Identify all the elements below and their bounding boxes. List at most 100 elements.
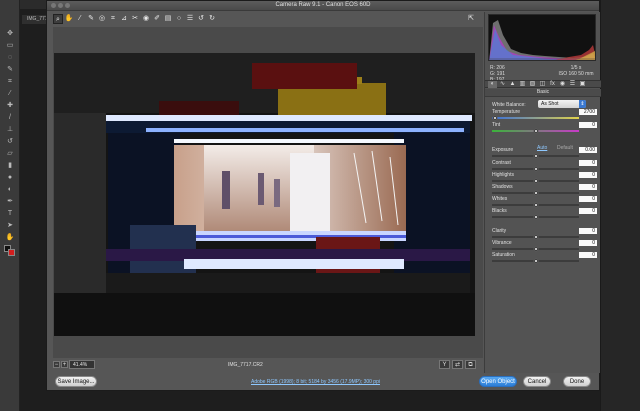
preferences-icon[interactable]: ☰ (185, 14, 195, 24)
white-balance-label: White Balance: (492, 102, 526, 108)
tint-label: Tint (492, 122, 501, 128)
temperature-slider-thumb[interactable] (491, 115, 498, 121)
zoom-in-button[interactable]: + (61, 361, 68, 368)
white-balance-select[interactable]: As Shot ⇕ (538, 100, 586, 108)
tab-snapshots-icon[interactable]: ▣ (578, 81, 587, 88)
tab-basic-icon[interactable]: ◐ (488, 81, 497, 88)
tab-tone-curve-icon[interactable]: ∿ (498, 81, 507, 88)
whites-slider-thumb[interactable] (532, 202, 539, 208)
tab-camera-calibration-icon[interactable]: ◉ (558, 81, 567, 88)
healing-tool-icon[interactable]: ✚ (5, 102, 15, 109)
copy-settings-icon[interactable]: ⧉ (465, 360, 476, 369)
pen-tool-icon[interactable]: ✒ (5, 198, 15, 205)
zoom-level-select[interactable]: 41.4% (69, 360, 95, 369)
marquee-tool-icon[interactable]: ▭ (5, 42, 15, 49)
vibrance-value-field[interactable]: 0 (579, 240, 597, 246)
vibrance-slider-thumb[interactable] (532, 246, 539, 252)
dodge-tool-icon[interactable]: ◐ (5, 186, 15, 193)
iso-focal-length: ISO 160 50 mm (558, 71, 594, 77)
clarity-value-field[interactable]: 0 (579, 228, 597, 234)
lego-inverted-photo (54, 53, 475, 336)
dialog-footer: Save Image... Adobe RGB (1998); 8 bit; 5… (47, 373, 599, 391)
highlights-value-field[interactable]: 0 (579, 172, 597, 178)
spot-removal-icon[interactable]: ✂ (130, 14, 140, 24)
radial-filter-icon[interactable]: ○ (174, 14, 184, 24)
swap-settings-icon[interactable]: ⇄ (452, 360, 463, 369)
before-after-toggle-icon[interactable]: Y (439, 360, 450, 369)
tab-hsl-icon[interactable]: ▥ (518, 81, 527, 88)
temperature-slider[interactable] (492, 117, 579, 119)
crop-icon[interactable]: ⌗ (108, 14, 118, 24)
workflow-options-link[interactable]: Adobe RGB (1998); 8 bit; 5184 by 3456 (1… (251, 379, 380, 385)
path-select-tool-icon[interactable]: ➤ (5, 222, 15, 229)
crop-tool-icon[interactable]: ⌗ (5, 78, 15, 85)
tint-value-field[interactable]: 0 (579, 122, 597, 128)
hand-tool-icon[interactable]: ✋ (5, 234, 15, 241)
tab-detail-icon[interactable]: ▲ (508, 81, 517, 88)
white-balance-icon[interactable]: ⁄ (75, 14, 85, 24)
red-eye-icon[interactable]: ◉ (141, 14, 151, 24)
color-sampler-icon[interactable]: ✎ (86, 14, 96, 24)
default-link[interactable]: Default (557, 145, 573, 151)
gradient-tool-icon[interactable]: ▮ (5, 162, 15, 169)
eraser-tool-icon[interactable]: ▱ (5, 150, 15, 157)
tab-effects-icon[interactable]: fx (548, 81, 557, 88)
zoom-out-button[interactable]: − (53, 361, 60, 368)
saturation-value-field[interactable]: 0 (579, 252, 597, 258)
lasso-tool-icon[interactable]: ◌ (5, 54, 15, 61)
quick-select-tool-icon[interactable]: ✎ (5, 66, 15, 73)
contrast-value-field[interactable]: 0 (579, 160, 597, 166)
straighten-icon[interactable]: ⊿ (119, 14, 129, 24)
tab-split-toning-icon[interactable]: ▧ (528, 81, 537, 88)
cancel-button[interactable]: Cancel (523, 376, 551, 387)
clone-stamp-tool-icon[interactable]: ⊥ (5, 126, 15, 133)
blur-tool-icon[interactable]: ● (5, 174, 15, 181)
exposure-slider-thumb[interactable] (532, 153, 539, 159)
brush-tool-icon[interactable]: / (5, 114, 15, 121)
saturation-slider-thumb[interactable] (532, 258, 539, 264)
section-title: Basic (485, 89, 601, 97)
tint-slider-thumb[interactable] (532, 128, 539, 134)
auto-link[interactable]: Auto (537, 145, 547, 151)
contrast-slider-thumb[interactable] (532, 166, 539, 172)
hand-icon[interactable]: ✋ (64, 14, 74, 24)
clarity-slider-thumb[interactable] (532, 234, 539, 240)
dialog-title: Camera Raw 9.1 - Canon EOS 60D (275, 2, 371, 8)
rotate-ccw-icon[interactable]: ↺ (196, 14, 206, 24)
tab-lens-corrections-icon[interactable]: ◫ (538, 81, 547, 88)
adjustments-panel: R: 206 G: 191 B: 197 1/5 s ISO 160 50 mm… (484, 12, 601, 373)
history-brush-tool-icon[interactable]: ↺ (5, 138, 15, 145)
shadows-value-field[interactable]: 0 (579, 184, 597, 190)
background-color-swatch[interactable] (8, 249, 15, 256)
preview-status-bar: − + 41.4% IMG_7717.CR2 Y ⇄ ⧉ (53, 359, 483, 371)
tab-presets-icon[interactable]: ☰ (568, 81, 577, 88)
shadows-slider-thumb[interactable] (532, 190, 539, 196)
panel-tabs: ◐ ∿ ▲ ▥ ▧ ◫ fx ◉ ☰ ▣ (485, 80, 601, 88)
saturation-label: Saturation (492, 252, 515, 258)
fullscreen-toggle-icon[interactable]: ⇱ (466, 14, 476, 24)
vibrance-label: Vibrance (492, 240, 512, 246)
move-tool-icon[interactable]: ✥ (5, 30, 15, 37)
dialog-titlebar: Camera Raw 9.1 - Canon EOS 60D (47, 1, 599, 11)
histogram (488, 14, 596, 61)
done-button[interactable]: Done (563, 376, 591, 387)
eyedropper-tool-icon[interactable]: ⁄ (5, 90, 15, 97)
open-object-button[interactable]: Open Object (479, 376, 517, 387)
exposure-value-field[interactable]: 0.00 (579, 147, 597, 153)
save-image-button[interactable]: Save Image... (55, 376, 97, 387)
zoom-icon[interactable]: ⌕ (53, 14, 63, 24)
graduated-filter-icon[interactable]: ▤ (163, 14, 173, 24)
preview-image (54, 53, 475, 336)
target-adjustment-icon[interactable]: ◎ (97, 14, 107, 24)
temperature-value-field[interactable]: 2700 (579, 109, 597, 115)
preview-area[interactable] (53, 27, 483, 358)
blacks-value-field[interactable]: 0 (579, 208, 597, 214)
blacks-slider-thumb[interactable] (532, 214, 539, 220)
adjustment-brush-icon[interactable]: ✐ (152, 14, 162, 24)
rotate-cw-icon[interactable]: ↻ (207, 14, 217, 24)
contrast-label: Contrast (492, 160, 511, 166)
whites-value-field[interactable]: 0 (579, 196, 597, 202)
shadows-label: Shadows (492, 184, 513, 190)
type-tool-icon[interactable]: T (5, 210, 15, 217)
highlights-slider-thumb[interactable] (532, 178, 539, 184)
